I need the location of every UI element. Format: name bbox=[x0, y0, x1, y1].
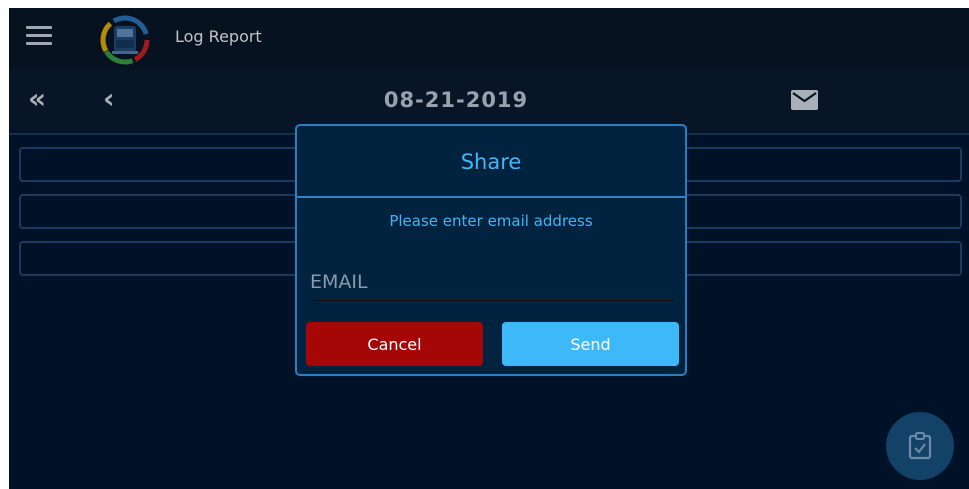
dialog-title: Share bbox=[297, 126, 685, 198]
email-input[interactable] bbox=[310, 264, 674, 301]
share-dialog: Share Please enter email address Cancel … bbox=[295, 124, 687, 376]
cancel-button[interactable]: Cancel bbox=[306, 322, 483, 366]
send-button[interactable]: Send bbox=[502, 322, 679, 366]
dialog-message: Please enter email address bbox=[389, 212, 593, 230]
app-screen: Log Report « ‹ 08-21-2019 Share Please e… bbox=[9, 8, 969, 489]
